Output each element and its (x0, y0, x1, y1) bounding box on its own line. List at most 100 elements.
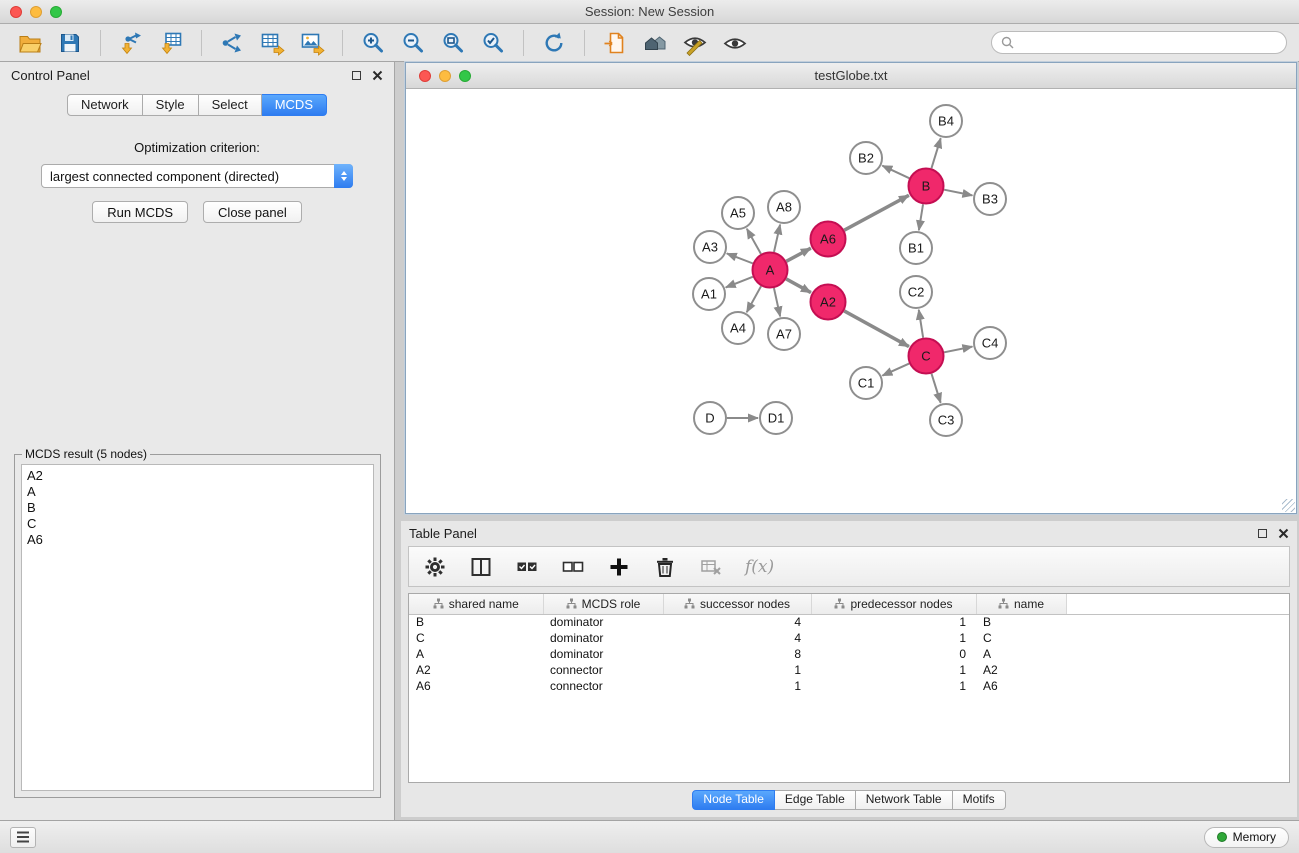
import-table-icon[interactable] (153, 27, 189, 59)
tab-style[interactable]: Style (143, 94, 199, 116)
graphics-details-icon[interactable] (677, 27, 713, 59)
tab-network-table[interactable]: Network Table (856, 790, 953, 810)
graph-edge-A6-B[interactable] (844, 195, 909, 230)
graph-node-A6[interactable]: A6 (811, 222, 846, 257)
graph-node-C3[interactable]: C3 (930, 404, 962, 436)
network-canvas[interactable]: B4B2BB3A5A8A6B1A3AC2A1A2A4A7C4CC1C3DD1 (406, 89, 1296, 513)
graph-edge-C-C3[interactable] (932, 374, 941, 403)
network-window-titlebar[interactable]: testGlobe.txt (406, 63, 1296, 89)
graph-edge-A-A6[interactable] (786, 248, 810, 261)
graph-edge-A-A2[interactable] (786, 279, 811, 293)
search-box[interactable] (991, 31, 1287, 54)
graph-edge-A-A3[interactable] (727, 253, 753, 263)
tab-select[interactable]: Select (199, 94, 262, 116)
zoom-selected-icon[interactable] (475, 27, 511, 59)
graph-edge-A-A8[interactable] (774, 225, 780, 252)
table-row[interactable]: A2connector11A2 (409, 662, 1289, 678)
graph-node-C1[interactable]: C1 (850, 367, 882, 399)
table-row[interactable]: A6connector11A6 (409, 678, 1289, 694)
delete-table-icon[interactable] (699, 555, 723, 579)
close-panel-button[interactable]: Close panel (203, 201, 302, 223)
tab-motifs[interactable]: Motifs (953, 790, 1006, 810)
graph-node-B2[interactable]: B2 (850, 142, 882, 174)
memory-button[interactable]: Memory (1204, 827, 1289, 848)
tab-node-table[interactable]: Node Table (692, 790, 775, 810)
graph-node-B[interactable]: B (909, 169, 944, 204)
close-table-panel-icon[interactable] (1278, 528, 1289, 539)
graph-node-A[interactable]: A (753, 253, 788, 288)
task-history-button[interactable] (10, 827, 36, 848)
graph-edge-A-A7[interactable] (774, 288, 780, 316)
save-session-icon[interactable] (52, 27, 88, 59)
new-network-from-selection-icon[interactable] (597, 27, 633, 59)
graph-node-B4[interactable]: B4 (930, 105, 962, 137)
optimization-criterion-dropdown[interactable]: largest connected component (directed) (41, 164, 353, 188)
close-panel-icon[interactable] (372, 70, 383, 81)
graph-edge-C-C2[interactable] (919, 310, 923, 338)
show-columns-icon[interactable] (469, 555, 493, 579)
column-header-MCDS-role[interactable]: MCDS role (543, 594, 663, 614)
export-image-icon[interactable] (294, 27, 330, 59)
graph-edge-A-A1[interactable] (726, 277, 753, 288)
network-close-button[interactable] (419, 70, 431, 82)
add-column-icon[interactable] (607, 555, 631, 579)
graph-edge-B-B3[interactable] (944, 190, 972, 196)
column-header-name[interactable]: name (976, 594, 1066, 614)
import-network-icon[interactable] (113, 27, 149, 59)
column-header-successor-nodes[interactable]: successor nodes (663, 594, 811, 614)
export-table-icon[interactable] (254, 27, 290, 59)
tab-edge-table[interactable]: Edge Table (775, 790, 856, 810)
float-panel-icon[interactable] (352, 71, 361, 80)
network-zoom-button[interactable] (459, 70, 471, 82)
eye-icon[interactable] (717, 27, 753, 59)
mcds-result-item[interactable]: A (27, 484, 368, 500)
graph-node-D[interactable]: D (694, 402, 726, 434)
zoom-window-button[interactable] (50, 6, 62, 18)
mcds-result-item[interactable]: A2 (27, 468, 368, 484)
column-header-shared-name[interactable]: shared name (409, 594, 543, 614)
close-window-button[interactable] (10, 6, 22, 18)
tab-network[interactable]: Network (67, 94, 143, 116)
graph-edge-B-B1[interactable] (919, 204, 923, 230)
graph-edge-A-A4[interactable] (747, 286, 761, 312)
apply-layout-icon[interactable] (536, 27, 572, 59)
mcds-result-item[interactable]: A6 (27, 532, 368, 548)
graph-node-A4[interactable]: A4 (722, 312, 754, 344)
delete-column-icon[interactable] (653, 555, 677, 579)
graph-edge-C-C1[interactable] (882, 364, 909, 376)
window-resize-grip[interactable] (1282, 499, 1295, 512)
graph-node-B1[interactable]: B1 (900, 232, 932, 264)
graph-edge-B-B4[interactable] (931, 138, 940, 168)
float-table-panel-icon[interactable] (1258, 529, 1267, 538)
table-row[interactable]: Bdominator41B (409, 614, 1289, 630)
export-network-icon[interactable] (214, 27, 250, 59)
graph-node-A1[interactable]: A1 (693, 278, 725, 310)
mcds-result-list[interactable]: A2ABCA6 (21, 464, 374, 791)
graph-node-D1[interactable]: D1 (760, 402, 792, 434)
zoom-in-icon[interactable] (355, 27, 391, 59)
graph-node-A3[interactable]: A3 (694, 231, 726, 263)
deselect-all-icon[interactable] (561, 555, 585, 579)
search-input[interactable] (1019, 36, 1277, 50)
tab-mcds[interactable]: MCDS (262, 94, 327, 116)
zoom-out-icon[interactable] (395, 27, 431, 59)
graph-node-A2[interactable]: A2 (811, 285, 846, 320)
mcds-result-item[interactable]: B (27, 500, 368, 516)
graph-edge-A2-C[interactable] (844, 311, 909, 347)
graph-node-C4[interactable]: C4 (974, 327, 1006, 359)
table-row[interactable]: Cdominator41C (409, 630, 1289, 646)
graph-node-A5[interactable]: A5 (722, 197, 754, 229)
column-header-predecessor-nodes[interactable]: predecessor nodes (811, 594, 976, 614)
graph-edge-A-A5[interactable] (747, 229, 761, 254)
select-all-icon[interactable] (515, 555, 539, 579)
mcds-result-item[interactable]: C (27, 516, 368, 532)
graph-node-B3[interactable]: B3 (974, 183, 1006, 215)
graph-node-A7[interactable]: A7 (768, 318, 800, 350)
open-file-icon[interactable] (12, 27, 48, 59)
graph-node-C2[interactable]: C2 (900, 276, 932, 308)
table-settings-gear-icon[interactable] (423, 555, 447, 579)
table-row[interactable]: Adominator80A (409, 646, 1289, 662)
graph-node-A8[interactable]: A8 (768, 191, 800, 223)
function-builder-icon[interactable]: f(x) (745, 557, 774, 577)
minimize-window-button[interactable] (30, 6, 42, 18)
